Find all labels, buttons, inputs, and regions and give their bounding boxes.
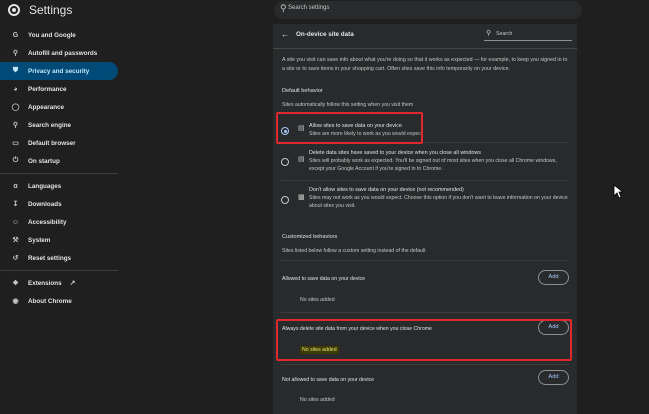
- sidebar-item-downloads[interactable]: ↧ Downloads: [0, 195, 118, 213]
- row-divider: [281, 260, 569, 261]
- clear-on-exit-group-label: Always delete site data from your device…: [282, 326, 432, 332]
- palette-icon: ◯: [11, 104, 20, 111]
- panel-header: ← On-device site data ⚲ Search: [273, 24, 577, 46]
- wrench-icon: ⚒: [12, 237, 19, 244]
- sidebar-item-search-engine[interactable]: ⚲ Search engine: [0, 116, 118, 134]
- blocked-empty-text: No sites added: [300, 397, 335, 403]
- block-desc: Sites may not work as you would expect. …: [309, 195, 568, 210]
- allow-label: Allow sites to save data on your device: [309, 123, 402, 129]
- panel-search-placeholder: Search: [496, 31, 513, 37]
- site-data-panel: ← On-device site data ⚲ Search A site yo…: [273, 24, 577, 414]
- delete-on-close-desc: Sites will probably work as expected. Yo…: [309, 158, 557, 173]
- header-divider: [273, 48, 577, 49]
- sidebar-item-you-and-google[interactable]: G You and Google: [0, 26, 118, 44]
- allowed-group-label: Allowed to save data on your device: [282, 276, 366, 282]
- database-icon: ▤: [298, 156, 305, 163]
- sidebar-item-system[interactable]: ⚒ System: [0, 231, 118, 249]
- sidebar-divider: [0, 270, 118, 271]
- back-arrow-icon[interactable]: ←: [281, 30, 289, 39]
- sidebar: G You and Google ⚲ Autofill and password…: [0, 26, 120, 310]
- sidebar-item-extensions[interactable]: ❖ Extensions ↗: [0, 274, 118, 292]
- customized-behaviors-title: Customized behaviors: [282, 234, 338, 240]
- search-icon: ⚲: [280, 3, 287, 13]
- download-icon: ↧: [12, 201, 19, 208]
- block-radio[interactable]: [281, 196, 289, 204]
- puzzle-icon: ❖: [12, 280, 19, 287]
- key-icon: ⚲: [12, 50, 19, 57]
- accessibility-icon: ☺: [11, 218, 20, 226]
- mouse-cursor-icon: [613, 184, 623, 199]
- add-allowed-button[interactable]: Add: [538, 270, 569, 285]
- power-icon: ⏻: [12, 157, 19, 164]
- google-icon: G: [12, 31, 19, 39]
- reset-icon: ↺: [12, 255, 19, 262]
- sidebar-item-label: Autofill and passwords: [28, 49, 98, 57]
- add-clear-on-exit-button[interactable]: Add: [538, 320, 569, 335]
- allowed-empty-text: No sites added: [300, 297, 335, 303]
- row-divider: [281, 142, 569, 143]
- sidebar-item-label: Search engine: [28, 121, 72, 129]
- settings-search-input[interactable]: ⚲ Search settings: [274, 1, 582, 19]
- sidebar-item-autofill[interactable]: ⚲ Autofill and passwords: [0, 44, 118, 62]
- allow-radio[interactable]: [281, 127, 289, 135]
- intro-text: A site you visit can save info about wha…: [282, 57, 568, 72]
- row-divider: [281, 312, 569, 313]
- sidebar-item-appearance[interactable]: ◯ Appearance: [0, 98, 118, 116]
- external-link-icon: ↗: [69, 280, 76, 287]
- blocked-group-label: Not allowed to save data on your device: [282, 377, 374, 383]
- sidebar-item-label: Downloads: [28, 200, 62, 208]
- settings-search-placeholder: Search settings: [288, 5, 330, 11]
- database-blocked-icon: ▩: [298, 194, 305, 201]
- translate-icon: α: [13, 182, 18, 190]
- sidebar-item-label: Appearance: [28, 103, 65, 111]
- search-icon: ⚲: [486, 30, 492, 37]
- top-bar: Settings ⚲ Search settings: [0, 0, 649, 24]
- search-icon: ⚲: [12, 122, 19, 129]
- sidebar-item-label: On startup: [28, 157, 60, 165]
- default-behavior-subtitle: Sites automatically follow this setting …: [282, 102, 414, 108]
- clear-on-exit-empty-text: No sites added: [300, 346, 339, 354]
- sidebar-item-label: Extensions: [28, 279, 62, 287]
- page-title: On-device site data: [296, 31, 354, 38]
- delete-on-close-label: Delete data sites have saved to your dev…: [309, 150, 481, 156]
- row-divider: [281, 364, 569, 365]
- sidebar-item-label: Reset settings: [28, 254, 72, 262]
- add-blocked-button[interactable]: Add: [538, 370, 569, 385]
- speedometer-icon: ◕: [13, 85, 18, 93]
- panel-search-input[interactable]: ⚲ Search: [484, 29, 572, 41]
- sidebar-item-label: Accessibility: [28, 218, 67, 226]
- sidebar-item-label: Performance: [28, 85, 67, 93]
- database-icon: ▤: [298, 125, 305, 132]
- sidebar-item-languages[interactable]: α Languages: [0, 177, 118, 195]
- default-behavior-title: Default behavior: [282, 88, 323, 94]
- delete-on-close-radio[interactable]: [281, 158, 289, 166]
- app-title: Settings: [29, 3, 73, 17]
- sidebar-item-privacy[interactable]: ⛊ Privacy and security: [0, 62, 118, 80]
- settings-logo-icon: [8, 4, 20, 16]
- sidebar-item-performance[interactable]: ◕ Performance: [0, 80, 118, 98]
- shield-icon: ⛊: [12, 67, 19, 74]
- sidebar-item-label: About Chrome: [28, 297, 72, 305]
- sidebar-item-label: Languages: [28, 182, 62, 190]
- sidebar-item-accessibility[interactable]: ☺ Accessibility: [0, 213, 118, 231]
- sidebar-divider: [0, 173, 118, 174]
- browser-icon: ▭: [12, 140, 19, 147]
- sidebar-item-label: Privacy and security: [28, 67, 90, 75]
- sidebar-item-default-browser[interactable]: ▭ Default browser: [0, 134, 118, 152]
- allow-desc: Sites are more likely to work as you wou…: [309, 131, 423, 137]
- sidebar-item-reset[interactable]: ↺ Reset settings: [0, 249, 118, 267]
- sidebar-item-label: System: [28, 236, 51, 244]
- customized-behaviors-subtitle: Sites listed below follow a custom setti…: [282, 248, 426, 254]
- sidebar-item-label: You and Google: [28, 31, 76, 39]
- chrome-icon: ◉: [12, 298, 19, 305]
- sidebar-item-about-chrome[interactable]: ◉ About Chrome: [0, 292, 118, 310]
- sidebar-item-on-startup[interactable]: ⏻ On startup: [0, 152, 118, 170]
- row-divider: [281, 180, 569, 181]
- sidebar-item-label: Default browser: [28, 139, 76, 147]
- block-label: Don't allow sites to save data on your d…: [309, 187, 464, 193]
